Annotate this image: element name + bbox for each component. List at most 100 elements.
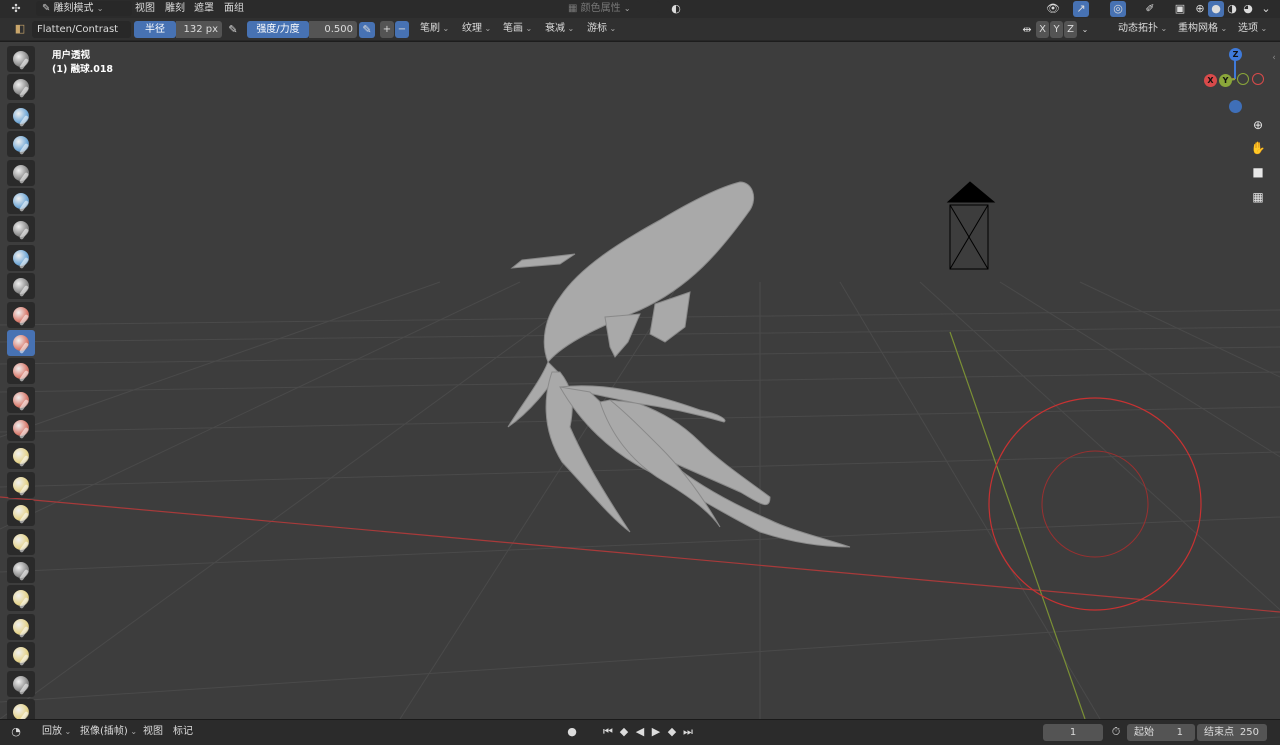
cursor-menu[interactable]: 游标: [587, 22, 616, 36]
menu-sculpt[interactable]: 雕刻: [165, 2, 185, 16]
menu-face-sets[interactable]: 面组: [224, 2, 244, 16]
visibility-icon[interactable]: 👁: [1045, 1, 1061, 17]
sculpt-tool-button[interactable]: [7, 131, 35, 158]
strength-pressure-icon[interactable]: ✎: [359, 22, 375, 38]
symmetry-dropdown-icon[interactable]: ⌄: [1077, 22, 1093, 38]
gizmo-x-axis[interactable]: X: [1204, 74, 1217, 87]
sculpt-tool-button[interactable]: [7, 159, 35, 186]
prev-keyframe-icon[interactable]: ◆: [616, 724, 632, 740]
radius-pressure-icon[interactable]: ✎: [225, 22, 241, 38]
sculpt-brush-icon: [13, 334, 30, 354]
toggle-xray-icon[interactable]: ▣: [1172, 1, 1188, 17]
jump-end-icon[interactable]: ⏭: [680, 724, 696, 740]
sidebar-toggle-icon[interactable]: ‹: [1266, 50, 1280, 66]
zoom-icon[interactable]: ⊕: [1247, 114, 1269, 136]
sculpt-tool-button[interactable]: [7, 273, 35, 300]
sculpt-toolbar: [7, 46, 39, 719]
sculpt-tool-button[interactable]: [7, 670, 35, 697]
symmetry-z-button[interactable]: Z: [1064, 21, 1077, 38]
symmetry-y-button[interactable]: Y: [1050, 21, 1063, 38]
sculpt-tool-button[interactable]: [7, 329, 35, 356]
brush-stroke-mark: [18, 228, 30, 241]
sculpt-tool-button[interactable]: [7, 528, 35, 555]
marker-menu[interactable]: 标记: [173, 725, 193, 739]
gizmo-toggle-icon[interactable]: ↗: [1073, 1, 1089, 17]
sculpt-tool-button[interactable]: [7, 443, 35, 470]
camera-view-icon[interactable]: ■: [1247, 161, 1269, 183]
end-frame-field[interactable]: 结束点 250: [1197, 724, 1267, 741]
solid-shading-icon[interactable]: ●: [1208, 1, 1224, 17]
gizmo-z-axis[interactable]: Z: [1229, 48, 1242, 61]
symmetry-x-button[interactable]: X: [1036, 21, 1049, 38]
stroke-menu[interactable]: 笔画: [503, 22, 532, 36]
shading-options-icon[interactable]: ⌄: [1258, 1, 1274, 17]
brush-name-field[interactable]: Flatten/Contrast: [32, 21, 131, 38]
playback-menu[interactable]: 回放: [42, 725, 71, 739]
texture-menu[interactable]: 纹理: [462, 22, 491, 36]
strength-field[interactable]: 0.500: [309, 21, 357, 38]
xray-icon[interactable]: ✐: [1142, 1, 1158, 17]
sculpt-brush-icon: [13, 391, 30, 411]
sculpt-tool-button[interactable]: [7, 613, 35, 640]
rendered-shading-icon[interactable]: ◕: [1240, 1, 1256, 17]
play-icon[interactable]: ▶: [648, 724, 664, 740]
sculpt-tool-button[interactable]: [7, 301, 35, 328]
timeline-view-menu[interactable]: 视图: [143, 725, 163, 739]
next-keyframe-icon[interactable]: ◆: [664, 724, 680, 740]
brush-radius-cursor: [988, 397, 1202, 611]
sculpt-brush-icon: [13, 278, 30, 298]
sculpt-tool-button[interactable]: [7, 471, 35, 498]
dyntopo-menu[interactable]: 动态拓扑: [1118, 22, 1167, 36]
falloff-menu[interactable]: 衰减: [545, 22, 574, 36]
gizmo-neg-z-axis[interactable]: [1229, 100, 1242, 113]
sculpt-tool-button[interactable]: [7, 585, 35, 612]
sculpt-tool-button[interactable]: [7, 187, 35, 214]
sculpt-tool-button[interactable]: [7, 216, 35, 243]
gizmo-y-axis[interactable]: Y: [1219, 74, 1232, 87]
color-attribute-dropdown[interactable]: ▦ 颜色属性: [568, 1, 660, 16]
brush-menu[interactable]: 笔刷: [420, 22, 449, 36]
menu-view[interactable]: 视图: [135, 2, 155, 16]
material-shading-icon[interactable]: ◑: [1224, 1, 1240, 17]
sculpt-tool-button[interactable]: [7, 46, 35, 72]
sculpt-tool-button[interactable]: [7, 244, 35, 271]
play-reverse-icon[interactable]: ◀: [632, 724, 648, 740]
direction-add-button[interactable]: +: [380, 21, 394, 38]
stopwatch-icon[interactable]: ⏱: [1108, 724, 1124, 740]
brush-stroke-mark: [18, 597, 30, 610]
mode-selector[interactable]: ✎ 雕刻模式: [36, 1, 132, 16]
sculpt-brush-icon: [13, 136, 30, 156]
timeline-editor-icon[interactable]: ◔: [8, 724, 24, 740]
options-menu[interactable]: 选项: [1238, 22, 1267, 36]
sculpt-tool-button[interactable]: [7, 415, 35, 442]
radius-field[interactable]: 132 px: [176, 21, 222, 38]
editor-type-icon[interactable]: ✣: [8, 1, 24, 17]
3d-viewport[interactable]: 用户透视 (1) 融球.018 Z Y X ⊕ ✋ ■ ▦ ‹: [0, 42, 1280, 719]
gizmo-neg-x-axis[interactable]: [1252, 73, 1264, 85]
sculpt-tool-button[interactable]: [7, 557, 35, 584]
pan-hand-icon[interactable]: ✋: [1247, 137, 1269, 159]
sculpt-tool-button[interactable]: [7, 102, 35, 129]
remesh-menu[interactable]: 重构网格: [1178, 22, 1227, 36]
wireframe-shading-icon[interactable]: ⊕: [1192, 1, 1208, 17]
sculpt-tool-button[interactable]: [7, 386, 35, 413]
sculpt-tool-button[interactable]: [7, 500, 35, 527]
sculpt-tool-button[interactable]: [7, 74, 35, 101]
sculpt-mesh: [507, 181, 851, 548]
current-frame-field[interactable]: 1: [1043, 724, 1103, 741]
jump-start-icon[interactable]: ⏮: [600, 724, 616, 740]
brush-stroke-mark: [18, 341, 30, 354]
perspective-grid-icon[interactable]: ▦: [1247, 186, 1269, 208]
pivot-icon[interactable]: ◐: [668, 1, 684, 17]
direction-subtract-button[interactable]: −: [395, 21, 409, 38]
overlay-toggle-icon[interactable]: ◎: [1110, 1, 1126, 17]
sculpt-tool-button[interactable]: [7, 358, 35, 385]
start-frame-field[interactable]: 起始 1: [1127, 724, 1195, 741]
keying-menu[interactable]: 抠像(插帧): [80, 725, 137, 739]
record-icon[interactable]: ●: [564, 724, 580, 740]
color-attribute-label: 颜色属性: [580, 3, 621, 14]
sculpt-tool-button[interactable]: [7, 642, 35, 669]
gizmo-neg-y-axis[interactable]: [1237, 73, 1249, 85]
menu-mask[interactable]: 遮罩: [194, 2, 214, 16]
sculpt-tool-button[interactable]: [7, 698, 35, 719]
